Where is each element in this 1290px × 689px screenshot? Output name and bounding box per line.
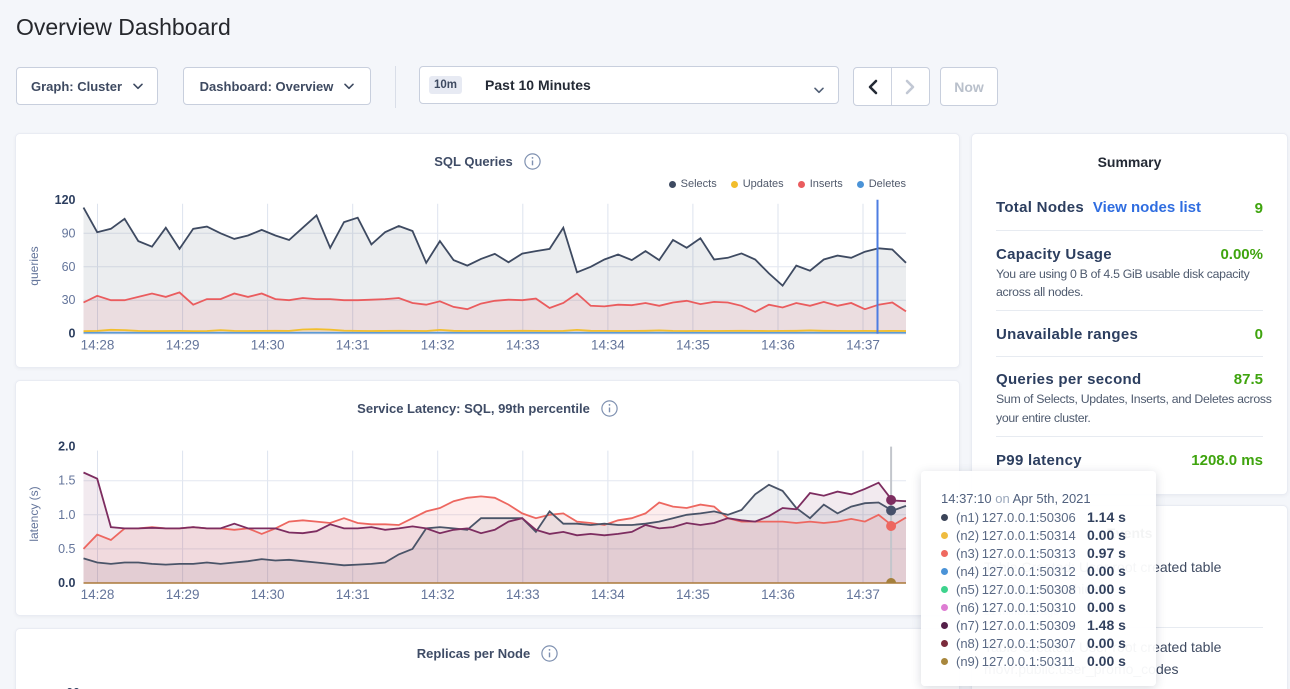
svg-text:0: 0 bbox=[69, 327, 76, 341]
svg-text:14:37: 14:37 bbox=[846, 587, 880, 602]
svg-text:0.0: 0.0 bbox=[58, 576, 75, 590]
svg-text:30: 30 bbox=[62, 293, 76, 307]
svg-text:14:36: 14:36 bbox=[761, 338, 795, 353]
svg-text:14:32: 14:32 bbox=[421, 587, 455, 602]
svg-text:14:28: 14:28 bbox=[81, 587, 115, 602]
svg-text:14:35: 14:35 bbox=[676, 587, 710, 602]
svg-text:90: 90 bbox=[62, 226, 76, 240]
svg-text:14:33: 14:33 bbox=[506, 587, 540, 602]
svg-text:latency (s): latency (s) bbox=[27, 486, 41, 541]
svg-text:14:34: 14:34 bbox=[591, 587, 625, 602]
svg-text:14:31: 14:31 bbox=[336, 587, 370, 602]
svg-text:14:29: 14:29 bbox=[166, 338, 200, 353]
svg-text:1.0: 1.0 bbox=[58, 508, 75, 522]
svg-text:2.0: 2.0 bbox=[58, 440, 75, 454]
svg-text:14:36: 14:36 bbox=[761, 587, 795, 602]
svg-text:14:32: 14:32 bbox=[421, 338, 455, 353]
svg-text:60: 60 bbox=[62, 260, 76, 274]
svg-text:14:31: 14:31 bbox=[336, 338, 370, 353]
svg-text:120: 120 bbox=[55, 193, 76, 207]
svg-text:14:34: 14:34 bbox=[591, 338, 625, 353]
svg-text:14:29: 14:29 bbox=[166, 587, 200, 602]
svg-text:14:30: 14:30 bbox=[251, 338, 285, 353]
svg-text:14:37: 14:37 bbox=[846, 338, 880, 353]
svg-text:1.5: 1.5 bbox=[58, 474, 75, 488]
svg-text:14:33: 14:33 bbox=[506, 338, 540, 353]
svg-text:14:35: 14:35 bbox=[676, 338, 710, 353]
svg-text:queries: queries bbox=[27, 246, 41, 285]
svg-text:14:28: 14:28 bbox=[81, 338, 115, 353]
svg-text:0.5: 0.5 bbox=[58, 542, 75, 556]
svg-text:14:30: 14:30 bbox=[251, 587, 285, 602]
